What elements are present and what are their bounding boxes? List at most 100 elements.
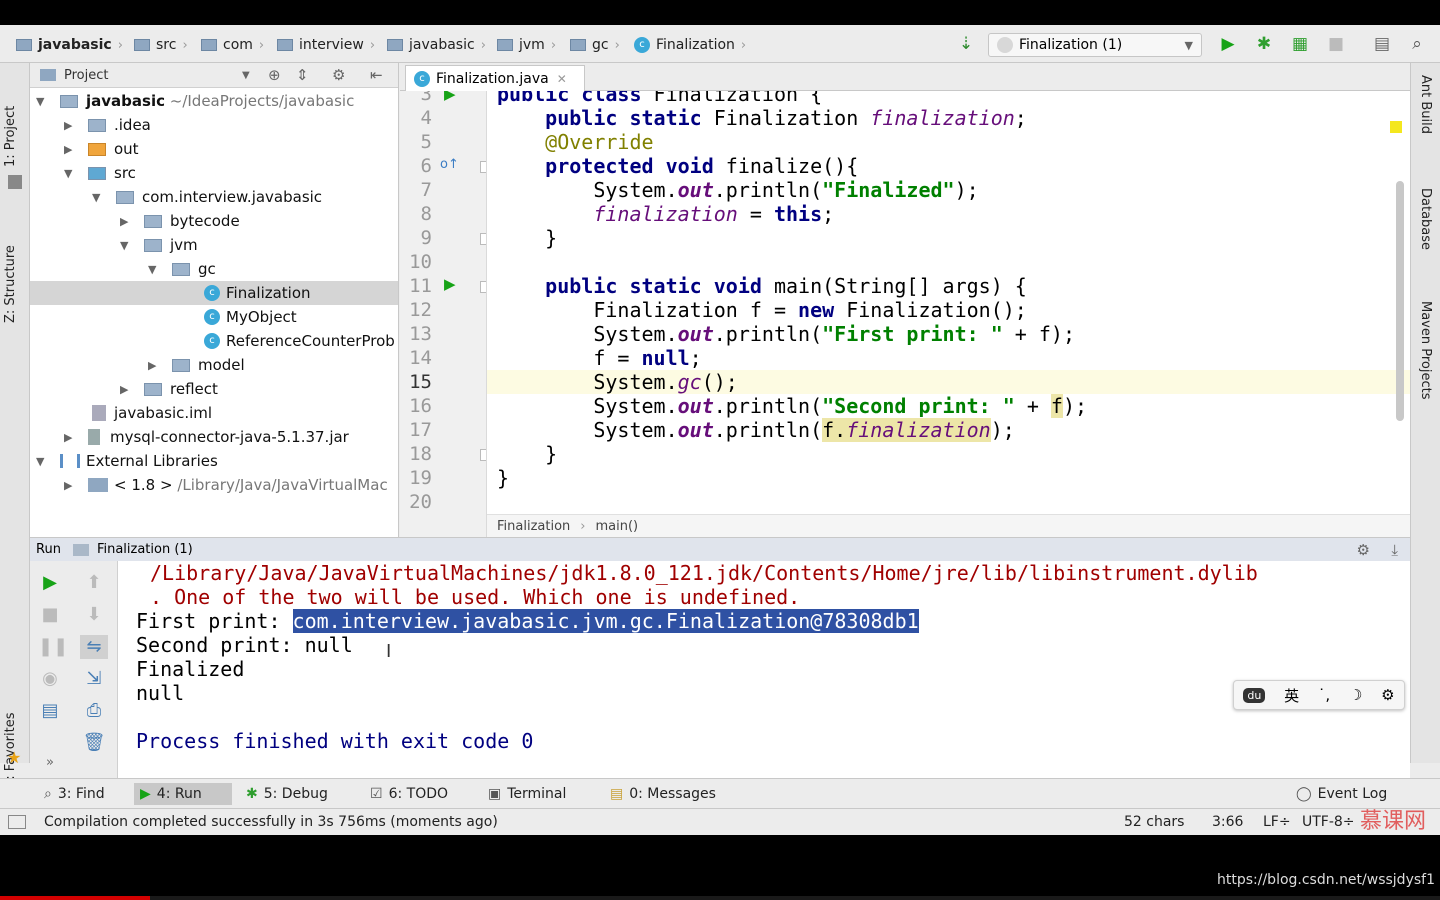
run-button[interactable]: ▶	[1218, 34, 1238, 54]
tab-structure[interactable]: Z: Structure	[3, 213, 18, 323]
up-arrow-button[interactable]: ⬆	[82, 571, 106, 595]
collapsed-arrow-icon: ▶	[64, 478, 73, 492]
override-gutter-icon[interactable]: o↑	[440, 157, 459, 172]
tree-item-myobject[interactable]: c MyObject	[204, 305, 297, 329]
project-structure-icon[interactable]: ▤	[1372, 34, 1392, 54]
run-gutter-icon[interactable]: ▶	[444, 275, 456, 293]
tree-item-finalization[interactable]: c Finalization	[30, 281, 398, 305]
folder-icon	[88, 118, 106, 132]
code-editor[interactable]: public class Finalization { public stati…	[487, 91, 1410, 537]
tab-ant-build[interactable]: Ant Build	[1418, 75, 1433, 134]
tree-item-bytecode[interactable]: ▶ bytecode	[120, 209, 240, 233]
moon-icon[interactable]: ☽	[1349, 686, 1362, 704]
status-position[interactable]: 3:66	[1212, 814, 1243, 830]
output-folder-icon	[88, 142, 106, 156]
pause-button[interactable]: ❚❚	[38, 635, 68, 659]
tree-item-jdk[interactable]: ▶ < 1.8 > /Library/Java/JavaVirtualMac	[64, 473, 399, 497]
rerun-button[interactable]: ▶	[38, 571, 62, 595]
gear-icon[interactable]: ⚙	[1357, 541, 1370, 559]
collapse-icon[interactable]: ⇕	[296, 66, 309, 84]
tree-item-model[interactable]: ▶ model	[148, 353, 245, 377]
tree-item-external-libraries[interactable]: ▼ External Libraries	[36, 449, 218, 473]
gear-icon[interactable]: ⚙	[1381, 686, 1394, 704]
status-message[interactable]: Compilation completed successfully in 3s…	[44, 814, 498, 830]
tree-item-referencecounter[interactable]: c ReferenceCounterProb	[204, 329, 399, 353]
tab-find[interactable]: ⌕ 3: Find	[38, 783, 111, 805]
fold-icon[interactable]	[480, 161, 486, 173]
crosshair-icon[interactable]: ⊕	[268, 66, 281, 84]
tab-project[interactable]: 1: Project	[3, 77, 18, 167]
console-output[interactable]: /Library/Java/JavaVirtualMachines/jdk1.8…	[118, 561, 1410, 778]
tree-item-idea[interactable]: ▶ .idea	[64, 113, 151, 137]
vertical-scrollbar[interactable]	[1396, 181, 1404, 421]
tab-todo[interactable]: ☑ 6: TODO	[364, 783, 454, 805]
ime-toolbar[interactable]: du 英 ˙, ☽ ⚙	[1233, 680, 1405, 710]
breadcrumb-javabasic[interactable]: javabasic ›	[387, 35, 486, 55]
stop-button[interactable]: ■	[38, 603, 62, 627]
fold-icon[interactable]	[480, 281, 486, 293]
fold-icon[interactable]	[480, 233, 486, 245]
chevron-right-icon: ›	[182, 37, 188, 53]
tab-favorites[interactable]: 2: Favorites	[3, 688, 18, 788]
run-config-select[interactable]: Finalization (1) ▼	[988, 33, 1202, 57]
tree-item-iml[interactable]: javabasic.iml	[92, 401, 212, 425]
tab-debug[interactable]: ✱ 5: Debug	[240, 783, 334, 805]
package-icon	[116, 190, 134, 204]
status-encoding[interactable]: UTF-8÷	[1302, 814, 1355, 830]
video-progress-bar[interactable]	[0, 896, 1440, 900]
scroll-to-end-button[interactable]: ⇲	[82, 667, 106, 691]
fold-icon[interactable]	[480, 449, 486, 461]
close-icon[interactable]: ✕	[557, 72, 567, 86]
breadcrumb-gc[interactable]: gc ›	[570, 35, 620, 55]
debug-button[interactable]: ✱	[1254, 34, 1274, 54]
run-toolbar-primary: ▶ ■ ❚❚ ◉ ▤ »	[30, 561, 70, 778]
ime-language-toggle[interactable]: 英	[1284, 685, 1299, 706]
dump-threads-button[interactable]: ◉	[38, 667, 62, 691]
more-tools-icon[interactable]: »	[38, 751, 62, 775]
expanded-arrow-icon: ▼	[120, 238, 129, 252]
tab-run[interactable]: ▶ 4: Run	[134, 783, 232, 805]
tab-maven-projects[interactable]: Maven Projects	[1418, 301, 1433, 400]
hide-panel-icon[interactable]: ⇤	[370, 66, 383, 84]
tree-item-mysql-jar[interactable]: ▶ mysql-connector-java-5.1.37.jar	[64, 425, 349, 449]
breadcrumb-finalization[interactable]: c Finalization ›	[634, 35, 746, 55]
tree-item-package[interactable]: ▼ com.interview.javabasic	[92, 185, 322, 209]
run-gutter-icon[interactable]: ▶	[444, 91, 456, 103]
search-icon[interactable]: ⌕	[1407, 34, 1427, 54]
breadcrumb-jvm[interactable]: jvm ›	[497, 35, 556, 55]
baidu-ime-icon[interactable]: du	[1243, 687, 1266, 703]
soft-wrap-button[interactable]: ⇋	[80, 635, 108, 659]
coverage-button[interactable]: ▦	[1290, 34, 1310, 54]
panel-toggle-icon[interactable]	[8, 815, 26, 829]
hide-panel-icon[interactable]: ⤓	[1391, 541, 1398, 559]
print-button[interactable]: ⎙	[82, 699, 106, 723]
down-arrow-button[interactable]: ⬇	[82, 603, 106, 627]
restore-layout-button[interactable]: ▤	[38, 699, 62, 723]
tab-database[interactable]: Database	[1418, 188, 1433, 250]
tree-item-src[interactable]: ▼ src	[64, 161, 136, 185]
breadcrumb-project[interactable]: javabasic ›	[16, 35, 123, 55]
gear-icon[interactable]: ⚙	[332, 66, 345, 84]
tree-item-reflect[interactable]: ▶ reflect	[120, 377, 218, 401]
todo-icon: ☑	[370, 786, 383, 802]
tree-item-gc[interactable]: ▼ gc	[148, 257, 216, 281]
build-icon[interactable]: ⇣	[956, 34, 976, 54]
status-line-separator[interactable]: LF÷	[1263, 814, 1291, 830]
line-number: 18	[409, 443, 432, 465]
tab-messages[interactable]: ▤ 0: Messages	[604, 783, 722, 805]
ime-punct-toggle[interactable]: ˙,	[1318, 686, 1330, 704]
tree-item-root[interactable]: ▼ javabasic ~/IdeaProjects/javabasic	[36, 89, 354, 113]
breadcrumb-com[interactable]: com ›	[201, 35, 264, 55]
trash-icon[interactable]: 🗑	[82, 731, 106, 755]
tree-item-jvm[interactable]: ▼ jvm	[120, 233, 198, 257]
console-error-line: /Library/Java/JavaVirtualMachines/jdk1.8…	[150, 561, 1258, 585]
stop-button[interactable]: ■	[1326, 34, 1346, 54]
tree-item-out[interactable]: ▶ out	[64, 137, 139, 161]
inspection-status-icon[interactable]	[1390, 121, 1402, 133]
event-log-button[interactable]: ◯ Event Log	[1290, 783, 1393, 805]
breadcrumb-src[interactable]: src ›	[134, 35, 188, 55]
breadcrumb-interview[interactable]: interview ›	[277, 35, 375, 55]
tab-finalization-java[interactable]: c Finalization.java ✕	[405, 65, 585, 91]
chevron-down-icon[interactable]: ▼	[242, 70, 250, 81]
tab-terminal[interactable]: ▣ Terminal	[482, 783, 572, 805]
